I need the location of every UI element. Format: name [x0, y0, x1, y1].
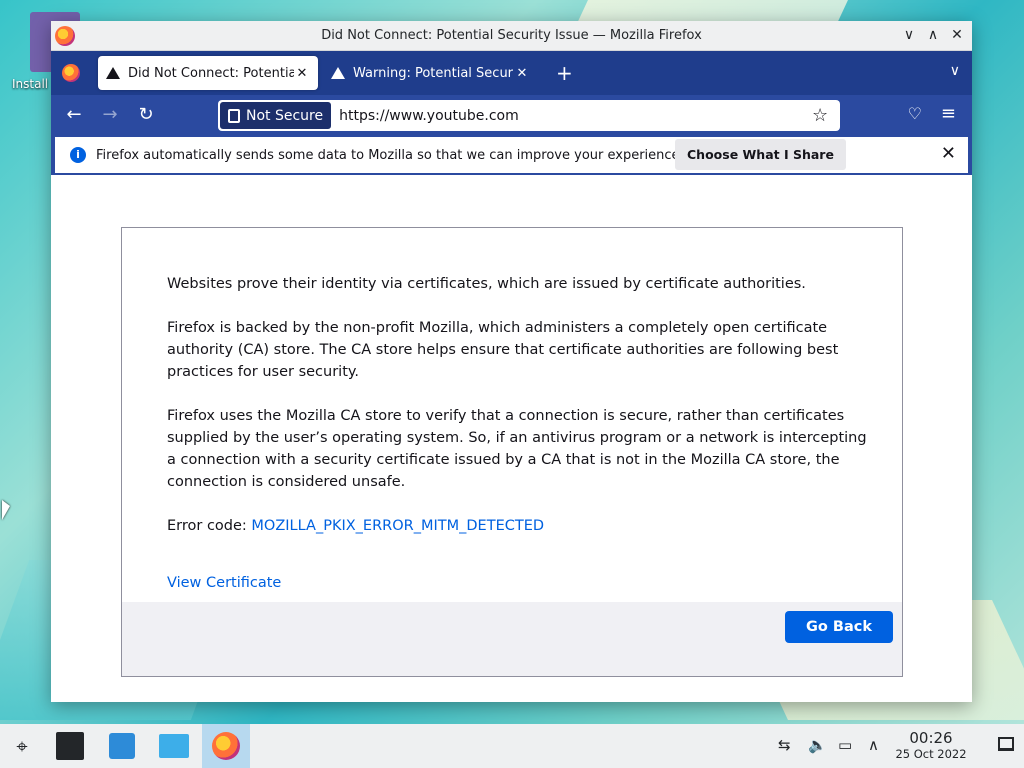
pocket-icon[interactable]: ♡	[908, 104, 922, 123]
taskbar-file-manager[interactable]	[156, 728, 192, 764]
taskbar-firefox[interactable]	[202, 724, 250, 768]
taskbar-settings-app[interactable]	[52, 728, 88, 764]
hamburger-menu-icon[interactable]: ≡	[941, 103, 956, 124]
show-desktop-icon[interactable]	[998, 737, 1014, 751]
url-bar[interactable]: Not Secure https://www.youtube.com ☆	[218, 100, 840, 131]
list-all-tabs-button[interactable]: ∨	[950, 63, 960, 79]
firefox-icon	[212, 732, 240, 760]
not-secure-label: Not Secure	[246, 107, 324, 124]
reload-button[interactable]: ↻	[135, 104, 157, 126]
view-certificate-link[interactable]: View Certificate	[167, 575, 281, 591]
tab-did-not-connect[interactable]: Did Not Connect: Potential ✕	[98, 56, 318, 90]
notification-text: Firefox automatically sends some data to…	[96, 147, 684, 163]
warning-icon	[106, 67, 120, 79]
mouse-cursor-icon	[2, 500, 10, 520]
clock-date: 25 Oct 2022	[895, 747, 967, 761]
clock-time: 00:26	[909, 729, 953, 747]
window-titlebar[interactable]: Did Not Connect: Potential Security Issu…	[51, 21, 972, 51]
desktop-icon-label[interactable]: Install	[12, 77, 48, 91]
tab-bar: Did Not Connect: Potential ✕ Warning: Po…	[51, 51, 972, 95]
firefox-icon	[55, 26, 75, 46]
forward-button[interactable]: →	[99, 104, 121, 126]
expand-tray-icon[interactable]: ∧	[868, 736, 879, 754]
clock[interactable]: 00:26 25 Oct 2022	[893, 730, 969, 762]
go-back-button[interactable]: Go Back	[785, 611, 893, 643]
volume-icon[interactable]: 🔈	[808, 736, 827, 754]
warning-icon	[331, 67, 345, 79]
display-icon[interactable]: ▭	[838, 736, 852, 754]
taskbar-discover-app[interactable]	[104, 728, 140, 764]
error-paragraph: Websites prove their identity via certif…	[167, 276, 806, 292]
bookmark-star-icon[interactable]: ☆	[812, 105, 832, 126]
lock-icon	[228, 108, 240, 123]
tab-title: Did Not Connect: Potential	[128, 65, 294, 81]
application-launcher-button[interactable]: ⌖	[4, 728, 40, 764]
minimize-button[interactable]: ∨	[900, 25, 918, 45]
error-paragraph: Firefox uses the Mozilla CA store to ver…	[167, 408, 867, 490]
error-paragraph: Firefox is backed by the non-profit Mozi…	[167, 320, 839, 380]
tab-warning[interactable]: Warning: Potential Security ✕	[323, 56, 538, 90]
error-advanced-panel: Websites prove their identity via certif…	[121, 227, 903, 677]
network-icon[interactable]: ⇆	[778, 736, 791, 754]
navigation-toolbar: ← → ↻ Not Secure https://www.youtube.com…	[51, 95, 972, 135]
error-code-label: Error code:	[167, 518, 252, 534]
error-code-line: Error code: MOZILLA_PKIX_ERROR_MITM_DETE…	[167, 515, 867, 537]
page-content: Websites prove their identity via certif…	[51, 180, 972, 702]
firefox-view-button[interactable]	[51, 51, 91, 95]
settings-icon	[56, 732, 84, 760]
taskbar: ⌖ ⇆ 🔈 ▭ ∧ 00:26 25 Oct 2022	[0, 724, 1024, 768]
window-title: Did Not Connect: Potential Security Issu…	[321, 28, 702, 43]
url-input[interactable]: https://www.youtube.com	[339, 108, 812, 124]
tab-close-icon[interactable]: ✕	[514, 66, 530, 81]
error-code-link[interactable]: MOZILLA_PKIX_ERROR_MITM_DETECTED	[251, 518, 544, 534]
new-tab-button[interactable]: +	[556, 62, 573, 84]
close-button[interactable]: ✕	[948, 25, 966, 45]
notification-close-icon[interactable]: ✕	[941, 143, 956, 164]
firefox-window: Did Not Connect: Potential Security Issu…	[51, 21, 972, 702]
back-button[interactable]: ←	[63, 104, 85, 126]
notification-bar: i Firefox automatically sends some data …	[51, 135, 972, 175]
security-indicator[interactable]: Not Secure	[220, 102, 332, 129]
panel-footer: Go Back	[122, 602, 902, 676]
tab-close-icon[interactable]: ✕	[294, 66, 310, 81]
firefox-icon	[62, 64, 80, 82]
discover-icon	[109, 733, 135, 759]
choose-what-i-share-button[interactable]: Choose What I Share	[675, 139, 846, 170]
info-icon: i	[70, 147, 86, 163]
maximize-button[interactable]: ∧	[924, 25, 942, 45]
tab-title: Warning: Potential Security	[353, 65, 514, 81]
launcher-icon: ⌖	[16, 734, 28, 758]
folder-icon	[159, 734, 189, 758]
